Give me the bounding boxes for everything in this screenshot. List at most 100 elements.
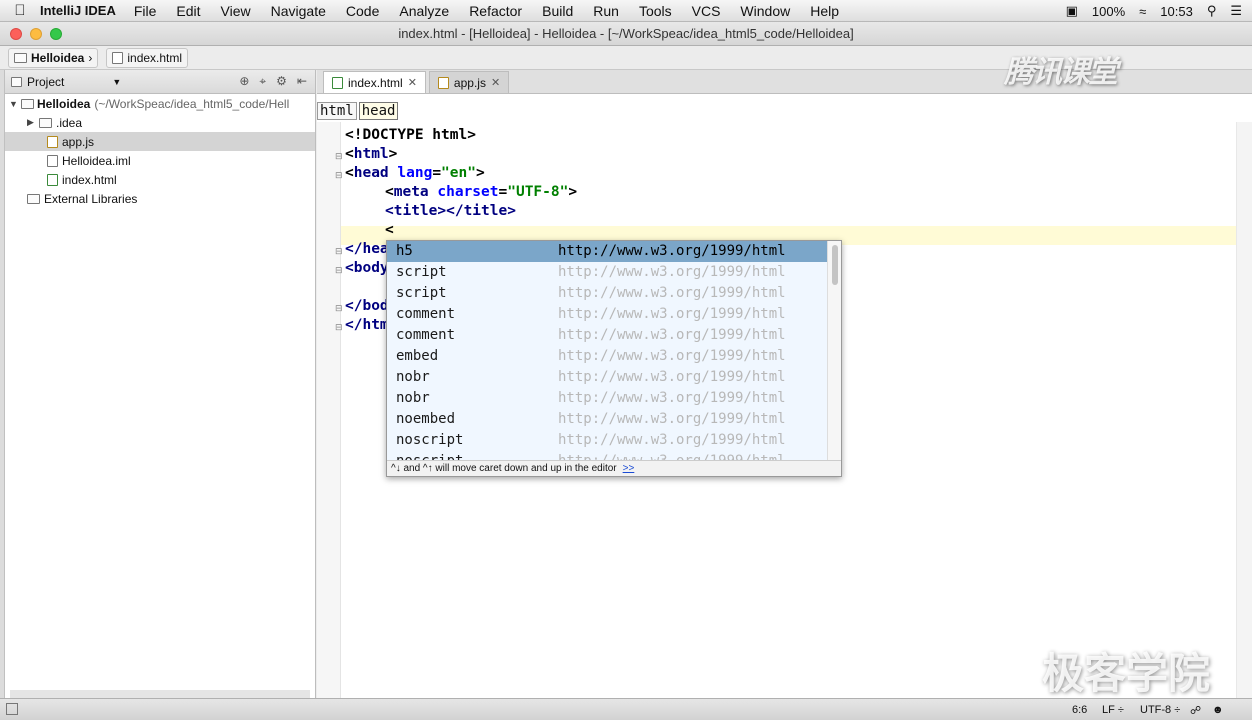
gear-icon[interactable]: ⚙ — [276, 74, 287, 89]
mac-menubar:  IntelliJ IDEA File Edit View Navigate … — [0, 0, 1252, 22]
fold-icon[interactable]: ⊟ — [335, 265, 343, 276]
tab-index-html[interactable]: index.html ✕ — [323, 71, 426, 93]
menu-tools[interactable]: Tools — [639, 3, 672, 19]
error-stripe[interactable] — [1236, 122, 1252, 698]
completion-item[interactable]: nobr http://www.w3.org/1999/html — [387, 388, 841, 409]
completion-scrollbar[interactable] — [827, 241, 841, 463]
spotlight-search-icon[interactable]: ⚲ — [1207, 3, 1217, 19]
wifi-icon[interactable]: ≈ — [1139, 4, 1146, 19]
completion-item[interactable]: script http://www.w3.org/1999/html — [387, 283, 841, 304]
code-line-caret[interactable]: < — [385, 222, 394, 241]
fold-icon[interactable]: ⊟ — [335, 151, 343, 162]
completion-item[interactable]: h5 http://www.w3.org/1999/html — [387, 241, 841, 262]
tab-app-js[interactable]: app.js ✕ — [428, 71, 510, 93]
completion-item[interactable]: noscripthttp://www.w3.org/1999/html — [387, 430, 841, 451]
status-bar: 6:6 LF ÷ UTF-8 ÷ ☍ ☻ — [0, 698, 1252, 720]
sync-icon[interactable]: ⊕ — [239, 74, 249, 89]
caret-position[interactable]: 6:6 — [1072, 704, 1087, 716]
tool-windows-icon[interactable] — [6, 703, 18, 715]
completion-item[interactable]: comment http://www.w3.org/1999/html — [387, 304, 841, 325]
folder-icon — [39, 117, 52, 128]
file-encoding[interactable]: UTF-8 ÷ — [1140, 704, 1180, 716]
battery-status[interactable]: 100% — [1092, 4, 1125, 19]
tree-item-iml[interactable]: Helloidea.iml — [5, 151, 315, 170]
line-separator[interactable]: LF ÷ — [1102, 704, 1124, 716]
scrollbar-thumb[interactable] — [832, 245, 838, 285]
menu-vcs[interactable]: VCS — [692, 3, 721, 19]
html-file-icon — [112, 51, 124, 64]
tag-breadcrumbs: html head — [317, 102, 399, 120]
scroll-from-source-icon[interactable]: ⌖ — [259, 74, 266, 89]
menu-view[interactable]: View — [221, 3, 251, 19]
tree-item-external-libraries[interactable]: External Libraries — [5, 189, 315, 208]
folder-icon — [14, 52, 27, 63]
code-line[interactable]: <title></title> — [385, 203, 516, 222]
code-line[interactable]: <!DOCTYPE html> — [345, 127, 476, 146]
nav-crumb-project[interactable]: Helloidea › — [8, 47, 99, 68]
code-line[interactable]: <meta charset="UTF-8"> — [385, 184, 577, 203]
code-line[interactable]: <html> — [345, 146, 397, 165]
menu-run[interactable]: Run — [593, 3, 619, 19]
menu-help[interactable]: Help — [810, 3, 839, 19]
code-line[interactable]: <body — [345, 260, 389, 279]
watermark-bottom: 极客学院 — [1042, 649, 1211, 698]
app-menu[interactable]: IntelliJ IDEA — [40, 3, 116, 18]
module-folder-icon — [21, 98, 34, 109]
project-view-selector[interactable]: Project — [27, 75, 64, 89]
inspector-icon[interactable]: ☻ — [1212, 704, 1224, 716]
menu-navigate[interactable]: Navigate — [271, 3, 326, 19]
close-tab-icon[interactable]: ✕ — [491, 76, 500, 89]
library-icon — [27, 193, 40, 204]
iml-file-icon — [47, 154, 58, 167]
editor-gutter[interactable] — [317, 122, 341, 698]
apple-icon[interactable]:  — [0, 2, 40, 19]
breadcrumb-html[interactable]: html — [317, 102, 357, 120]
horizontal-scrollbar[interactable] — [10, 690, 310, 698]
hint-more-link[interactable]: >> — [623, 463, 635, 474]
window-title: index.html - [Helloidea] - Helloidea - [… — [398, 26, 854, 41]
fold-icon[interactable]: ⊟ — [335, 170, 343, 181]
breadcrumb-head[interactable]: head — [358, 102, 399, 120]
collapsed-arrow-icon[interactable]: ▶ — [27, 117, 39, 128]
fold-icon[interactable]: ⊟ — [335, 303, 343, 314]
tree-item-idea[interactable]: ▶ .idea — [5, 113, 315, 132]
chevron-down-icon[interactable]: ▼ — [112, 77, 121, 87]
html-file-icon — [47, 173, 58, 186]
tree-item-index-html[interactable]: index.html — [5, 170, 315, 189]
code-line[interactable]: </hea — [345, 241, 389, 260]
notification-center-icon[interactable]: ☰ — [1230, 3, 1242, 19]
menu-refactor[interactable]: Refactor — [469, 3, 522, 19]
lock-icon[interactable]: ☍ — [1190, 704, 1201, 717]
fold-icon[interactable]: ⊟ — [335, 322, 343, 333]
completion-item[interactable]: embed http://www.w3.org/1999/html — [387, 346, 841, 367]
tree-item-app-js[interactable]: app.js — [5, 132, 315, 151]
menu-file[interactable]: File — [134, 3, 157, 19]
tree-item-root[interactable]: ▼ Helloidea (~/WorkSpeac/idea_html5_code… — [5, 94, 315, 113]
fold-icon[interactable]: ⊟ — [335, 246, 343, 257]
completion-item[interactable]: noembed http://www.w3.org/1999/html — [387, 409, 841, 430]
clock[interactable]: 10:53 — [1160, 4, 1193, 19]
nav-crumb-file[interactable]: index.html — [106, 47, 189, 68]
expanded-arrow-icon[interactable]: ▼ — [9, 99, 21, 109]
completion-item[interactable]: script http://www.w3.org/1999/html — [387, 262, 841, 283]
menu-analyze[interactable]: Analyze — [399, 3, 449, 19]
code-line[interactable]: </bod — [345, 298, 389, 317]
window-titlebar: index.html - [Helloidea] - Helloidea - [… — [0, 22, 1252, 46]
completion-item[interactable]: nobr http://www.w3.org/1999/html — [387, 367, 841, 388]
close-tab-icon[interactable]: ✕ — [408, 76, 417, 89]
menu-edit[interactable]: Edit — [176, 3, 200, 19]
code-line[interactable]: </htm — [345, 317, 389, 336]
menu-code[interactable]: Code — [346, 3, 379, 19]
completion-item[interactable]: comment http://www.w3.org/1999/html — [387, 325, 841, 346]
hide-panel-icon[interactable]: ⇤ — [297, 74, 307, 89]
project-panel-header: Project ▼ ⊕ ⌖ ⚙ ⇤ — [5, 70, 315, 94]
menu-build[interactable]: Build — [542, 3, 573, 19]
completion-hint: ^↓ and ^↑ will move caret down and up in… — [387, 460, 841, 476]
code-completion-popup: h5 http://www.w3.org/1999/html script http… — [386, 240, 842, 477]
project-panel: Project ▼ ⊕ ⌖ ⚙ ⇤ ▼ Helloidea (~/WorkSpe… — [5, 70, 316, 698]
menu-window[interactable]: Window — [740, 3, 790, 19]
camera-icon[interactable]: ▣ — [1066, 3, 1078, 19]
js-file-icon — [437, 76, 449, 89]
watermark-top: 腾讯课堂 — [1004, 55, 1118, 90]
code-line[interactable]: <head lang="en"> — [345, 165, 485, 184]
